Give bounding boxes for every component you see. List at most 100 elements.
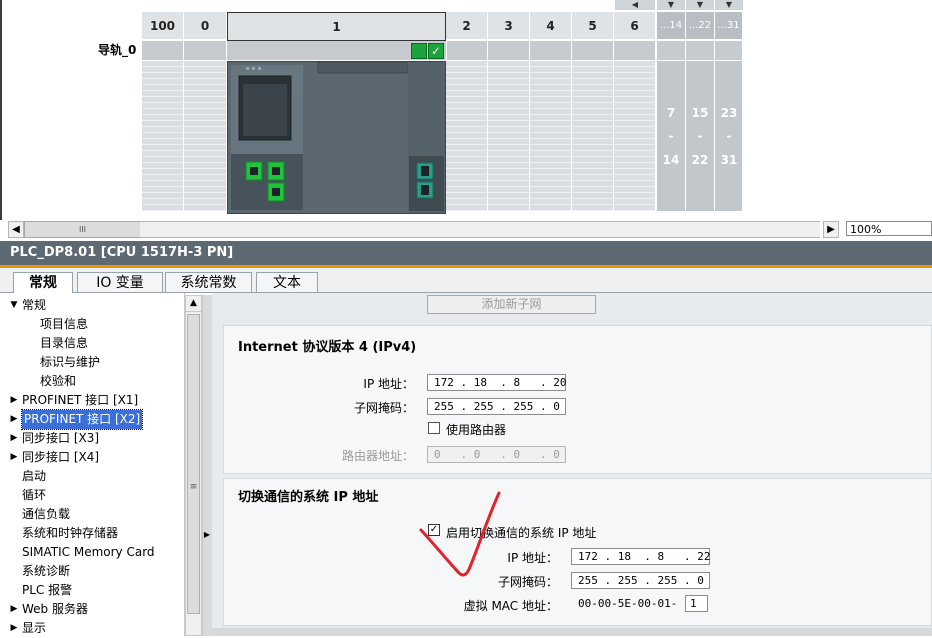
slot-row [142,41,184,60]
range-start: 23 [720,106,738,120]
range-sep: - [668,129,674,143]
virtual-mac-suffix-field[interactable]: 1 [685,595,708,612]
slot-range-header[interactable]: ...14 [657,12,686,39]
nav-comm-load[interactable]: 通信负载 [22,505,70,524]
expand-arrow-icon[interactable]: ▼ [657,0,685,10]
inspector-title: PLC_DP8.01 [CPU 1517H-3 PN] [0,241,932,265]
subnet-mask-field[interactable]: 255 . 255 . 255 . 0 [427,398,566,415]
switch-mask-field[interactable]: 255 . 255 . 255 . 0 [571,572,710,589]
nav-profinet-x1[interactable]: PROFINET 接口 [X1] [22,391,138,410]
ipv4-section-title: Internet 协议版本 4 (IPv4) [238,340,417,355]
slot-0-header[interactable]: 0 [184,12,227,39]
nav-general[interactable]: 常规 [22,296,46,315]
nav-checksum[interactable]: 校验和 [40,372,76,391]
next-section-edge [212,628,932,636]
empty-slot[interactable] [530,61,572,211]
zoom-select[interactable]: 100% [846,221,932,236]
expand-arrow-icon[interactable]: ▼ [686,0,714,10]
nav-scrollbar[interactable]: ▲ [185,295,202,636]
view-border [0,0,2,220]
slot-4-header[interactable]: 4 [530,12,572,39]
checkmark-icon: ✓ [428,43,444,59]
nav-profinet-x2[interactable]: PROFINET 接口 [X2] [20,409,144,430]
empty-slot[interactable] [488,61,530,211]
scroll-left-button[interactable]: ◀ [8,221,24,238]
nav-memory-card[interactable]: SIMATIC Memory Card [22,543,155,562]
red-check-annotation [419,491,501,577]
virtual-mac-prefix: 00-00-5E-00-01- [578,597,678,610]
nav-startup[interactable]: 启动 [22,467,46,486]
rail-label: 导轨_0 [98,43,137,57]
horizontal-scroll-track[interactable] [140,221,820,238]
range-start: 7 [666,106,676,120]
expand-arrow-icon[interactable]: ▶ [9,395,19,405]
horizontal-scroll-thumb[interactable]: III [24,221,141,238]
expand-arrow-icon[interactable]: ▶ [9,623,19,633]
switch-ip-field[interactable]: 172 . 18 . 8 . 22 [571,548,710,565]
range-end: 14 [662,153,680,167]
nav-project-info[interactable]: 项目信息 [40,315,88,334]
nav-sync-x3[interactable]: 同步接口 [X3] [22,429,99,448]
slot-range-header[interactable]: ...31 [715,12,743,39]
nav-sync-x4[interactable]: 同步接口 [X4] [22,448,99,467]
empty-slot[interactable] [184,61,227,211]
range-end: 22 [691,153,709,167]
tab-general[interactable]: 常规 [13,272,73,293]
ip-address-label: IP 地址： [363,377,414,391]
slot-row [488,41,530,60]
cpu-module-graphic: SIEMENS [228,61,445,213]
nav-scroll-thumb[interactable] [187,314,200,614]
empty-slot[interactable] [446,61,488,211]
tab-texts[interactable]: 文本 [256,272,318,292]
tab-io-tags[interactable]: IO 变量 [77,272,163,292]
range-sep: - [726,129,732,143]
empty-slot[interactable] [614,61,656,211]
ip-address-field[interactable]: 172 . 18 . 8 . 20 [427,374,566,391]
scroll-up-icon[interactable]: ▲ [186,296,201,312]
router-address-field: 0 . 0 . 0 . 0 [427,446,566,463]
slot-6-header[interactable]: 6 [614,12,656,39]
slot-1-header[interactable]: 1 [227,12,446,41]
nav-plc-alarms[interactable]: PLC 报警 [22,581,72,600]
nav-display[interactable]: 显示 [22,619,46,638]
subnet-mask-label: 子网掩码： [353,401,414,415]
slot-row [530,41,572,60]
empty-slot[interactable] [572,61,614,211]
expand-arrow-icon[interactable]: ▶ [9,604,19,614]
nav-identification[interactable]: 标识与维护 [40,353,100,372]
nav-catalog-info[interactable]: 目录信息 [40,334,88,353]
nav-system-diagnostics[interactable]: 系统诊断 [22,562,70,581]
device-view-rack: 导轨_0 100 0 1 2 3 4 5 6 ◀ ▼ ▼ ▼ ...14 ...… [0,0,932,220]
slot-range-header[interactable]: ...22 [686,12,715,39]
slot-5-header[interactable]: 5 [572,12,614,39]
use-router-checkbox[interactable] [428,422,440,434]
switch-comm-title: 切换通信的系统 IP 地址 [238,490,379,505]
add-subnet-button[interactable]: 添加新子网 [427,295,596,314]
router-address-label: 路由器地址： [341,449,414,463]
scroll-right-button[interactable]: ▶ [823,221,839,238]
nav-system-clock-memory[interactable]: 系统和时钟存储器 [22,524,118,543]
slot-row [614,41,656,60]
empty-slot[interactable] [142,61,184,211]
range-sep: - [697,129,703,143]
slot-row [572,41,614,60]
slot-row [715,41,743,60]
slot-100-header[interactable]: 100 [142,12,184,39]
expand-arrow-icon[interactable]: ▶ [9,433,19,443]
slot-2-header[interactable]: 2 [446,12,488,39]
collapse-arrow-icon[interactable]: ◀ [615,0,655,10]
cpu-module-image[interactable]: SIEMENS [227,61,446,214]
expand-arrow-icon[interactable]: ▼ [715,0,743,10]
collapse-arrow-icon[interactable]: ▼ [9,300,19,310]
nav-cycle[interactable]: 循环 [22,486,46,505]
splitter-arrow-icon[interactable]: ▶ [202,530,212,542]
nav-web-server[interactable]: Web 服务器 [22,600,88,619]
tab-system-constants[interactable]: 系统常数 [165,272,252,292]
expand-arrow-icon[interactable]: ▶ [9,452,19,462]
range-end: 31 [720,153,738,167]
expand-arrow-icon[interactable]: ▶ [9,414,19,424]
slot-3-header[interactable]: 3 [488,12,530,39]
slot-row [657,41,686,60]
slot-row [446,41,488,60]
slot-row [686,41,715,60]
